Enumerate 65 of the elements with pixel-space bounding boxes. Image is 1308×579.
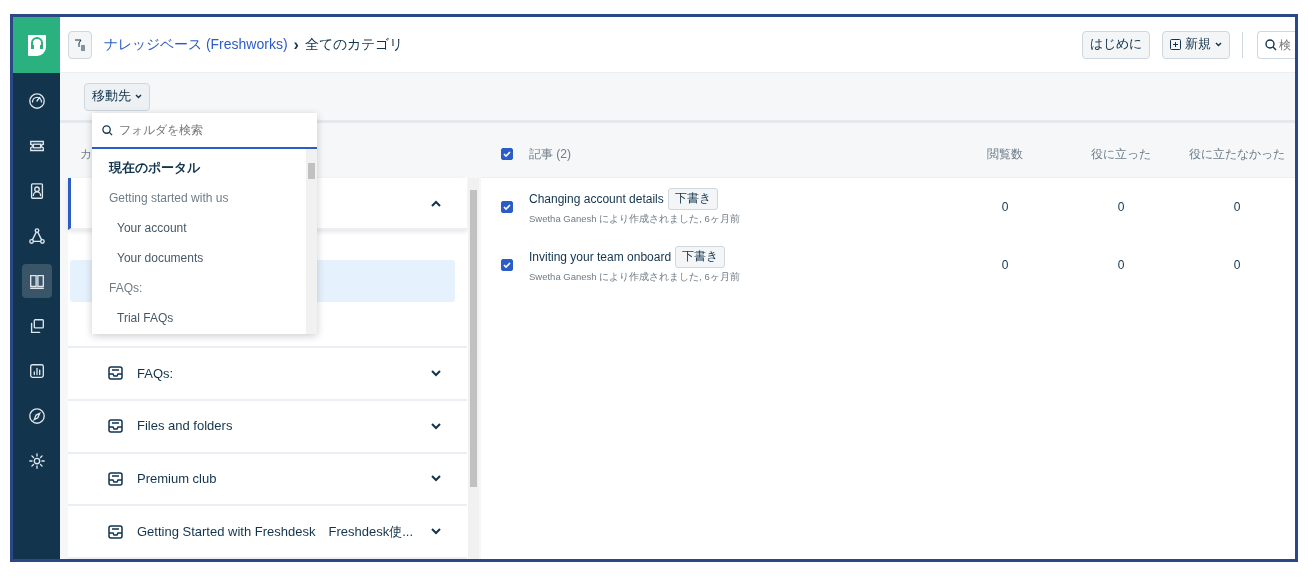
menu-item[interactable]: FAQs: [92, 273, 305, 303]
inbox-icon [108, 366, 123, 381]
table-cell-text: 0 [1232, 257, 1242, 274]
checkbox[interactable] [501, 148, 513, 160]
chevron-down-icon[interactable] [431, 528, 441, 536]
plus-box-icon [1170, 39, 1181, 50]
getting-started-button[interactable]: はじめに [1082, 30, 1150, 59]
chevron-down-icon[interactable] [431, 475, 441, 483]
book-icon [27, 272, 46, 290]
category-name: FAQs: [137, 364, 175, 383]
search-field[interactable]: 検 [1279, 35, 1292, 54]
nav-item[interactable] [21, 264, 52, 298]
breadcrumb-separator: › [293, 34, 299, 55]
category-row[interactable]: Getting Started with Freshdesk Freshdesk使... [68, 506, 467, 559]
table-cell-text: 0 [1232, 199, 1242, 216]
headset-logo-icon[interactable] [25, 33, 48, 57]
article-title[interactable]: Changing account details [529, 189, 664, 208]
table-cell-text: 0 [1000, 199, 1010, 216]
scrollbar[interactable] [306, 149, 317, 334]
category-row[interactable]: Premium club [68, 453, 467, 507]
inbox-icon [108, 471, 123, 486]
caret-icon [135, 94, 142, 99]
caret-icon [1215, 42, 1222, 47]
menu-item[interactable]: Getting started with us [92, 183, 305, 213]
menu-item[interactable]: Trial FAQs [92, 303, 305, 333]
breadcrumb-current: 全てのカテゴリ [304, 35, 403, 54]
category-name: Premium club [137, 470, 218, 489]
chevron-up-icon[interactable] [431, 199, 441, 207]
compass-icon [27, 407, 46, 425]
inbox-icon [108, 419, 123, 434]
category-row[interactable]: Files and folders [68, 400, 467, 454]
new-menu-button[interactable]: 新規 [1162, 30, 1230, 59]
article-title[interactable]: Inviting your team onboard [529, 247, 672, 266]
move-to-button[interactable]: 移動先 [84, 82, 150, 111]
search-box[interactable]: 検 [1257, 30, 1295, 59]
menu-item[interactable]: Your account [92, 213, 305, 243]
category-name: Files and folders [137, 417, 234, 436]
search-icon [102, 124, 113, 136]
article-meta: Swetha Ganesh により作成されました, 6ヶ月前 [529, 269, 741, 284]
table-cell-text: 0 [1116, 199, 1126, 216]
table-cell-text: 0 [1116, 257, 1126, 274]
status-badge: 下書き [667, 188, 718, 210]
column-heading: カ [80, 146, 92, 164]
table-cell-text: 0 [1000, 257, 1010, 274]
chevron-down-icon[interactable] [431, 369, 441, 377]
chart-icon [27, 362, 46, 380]
chevron-down-icon[interactable] [431, 422, 441, 430]
inbox-icon [108, 524, 123, 539]
category-row[interactable]: FAQs: [68, 348, 467, 401]
checkbox[interactable] [501, 259, 513, 271]
network-icon [27, 227, 46, 245]
column-heading: 閲覧数 [986, 146, 1024, 163]
scrollbar[interactable] [468, 178, 479, 559]
menu-item[interactable]: Your documents [92, 243, 305, 273]
breadcrumb-link[interactable]: ナレッジベース (Freshworks) [104, 34, 288, 55]
search-icon [1265, 38, 1277, 51]
column-heading: 役に立った [1090, 146, 1152, 163]
column-heading: 記事 (2) [528, 146, 572, 163]
filter-button[interactable] [68, 30, 92, 59]
category-name: Getting Started with Freshdesk Freshdesk使... [137, 522, 414, 541]
article-meta: Swetha Ganesh により作成されました, 6ヶ月前 [529, 211, 741, 226]
status-badge: 下書き [675, 246, 726, 268]
gauge-icon [27, 92, 46, 110]
column-heading: 役に立たなかった [1188, 146, 1286, 163]
checkbox[interactable] [501, 201, 513, 213]
